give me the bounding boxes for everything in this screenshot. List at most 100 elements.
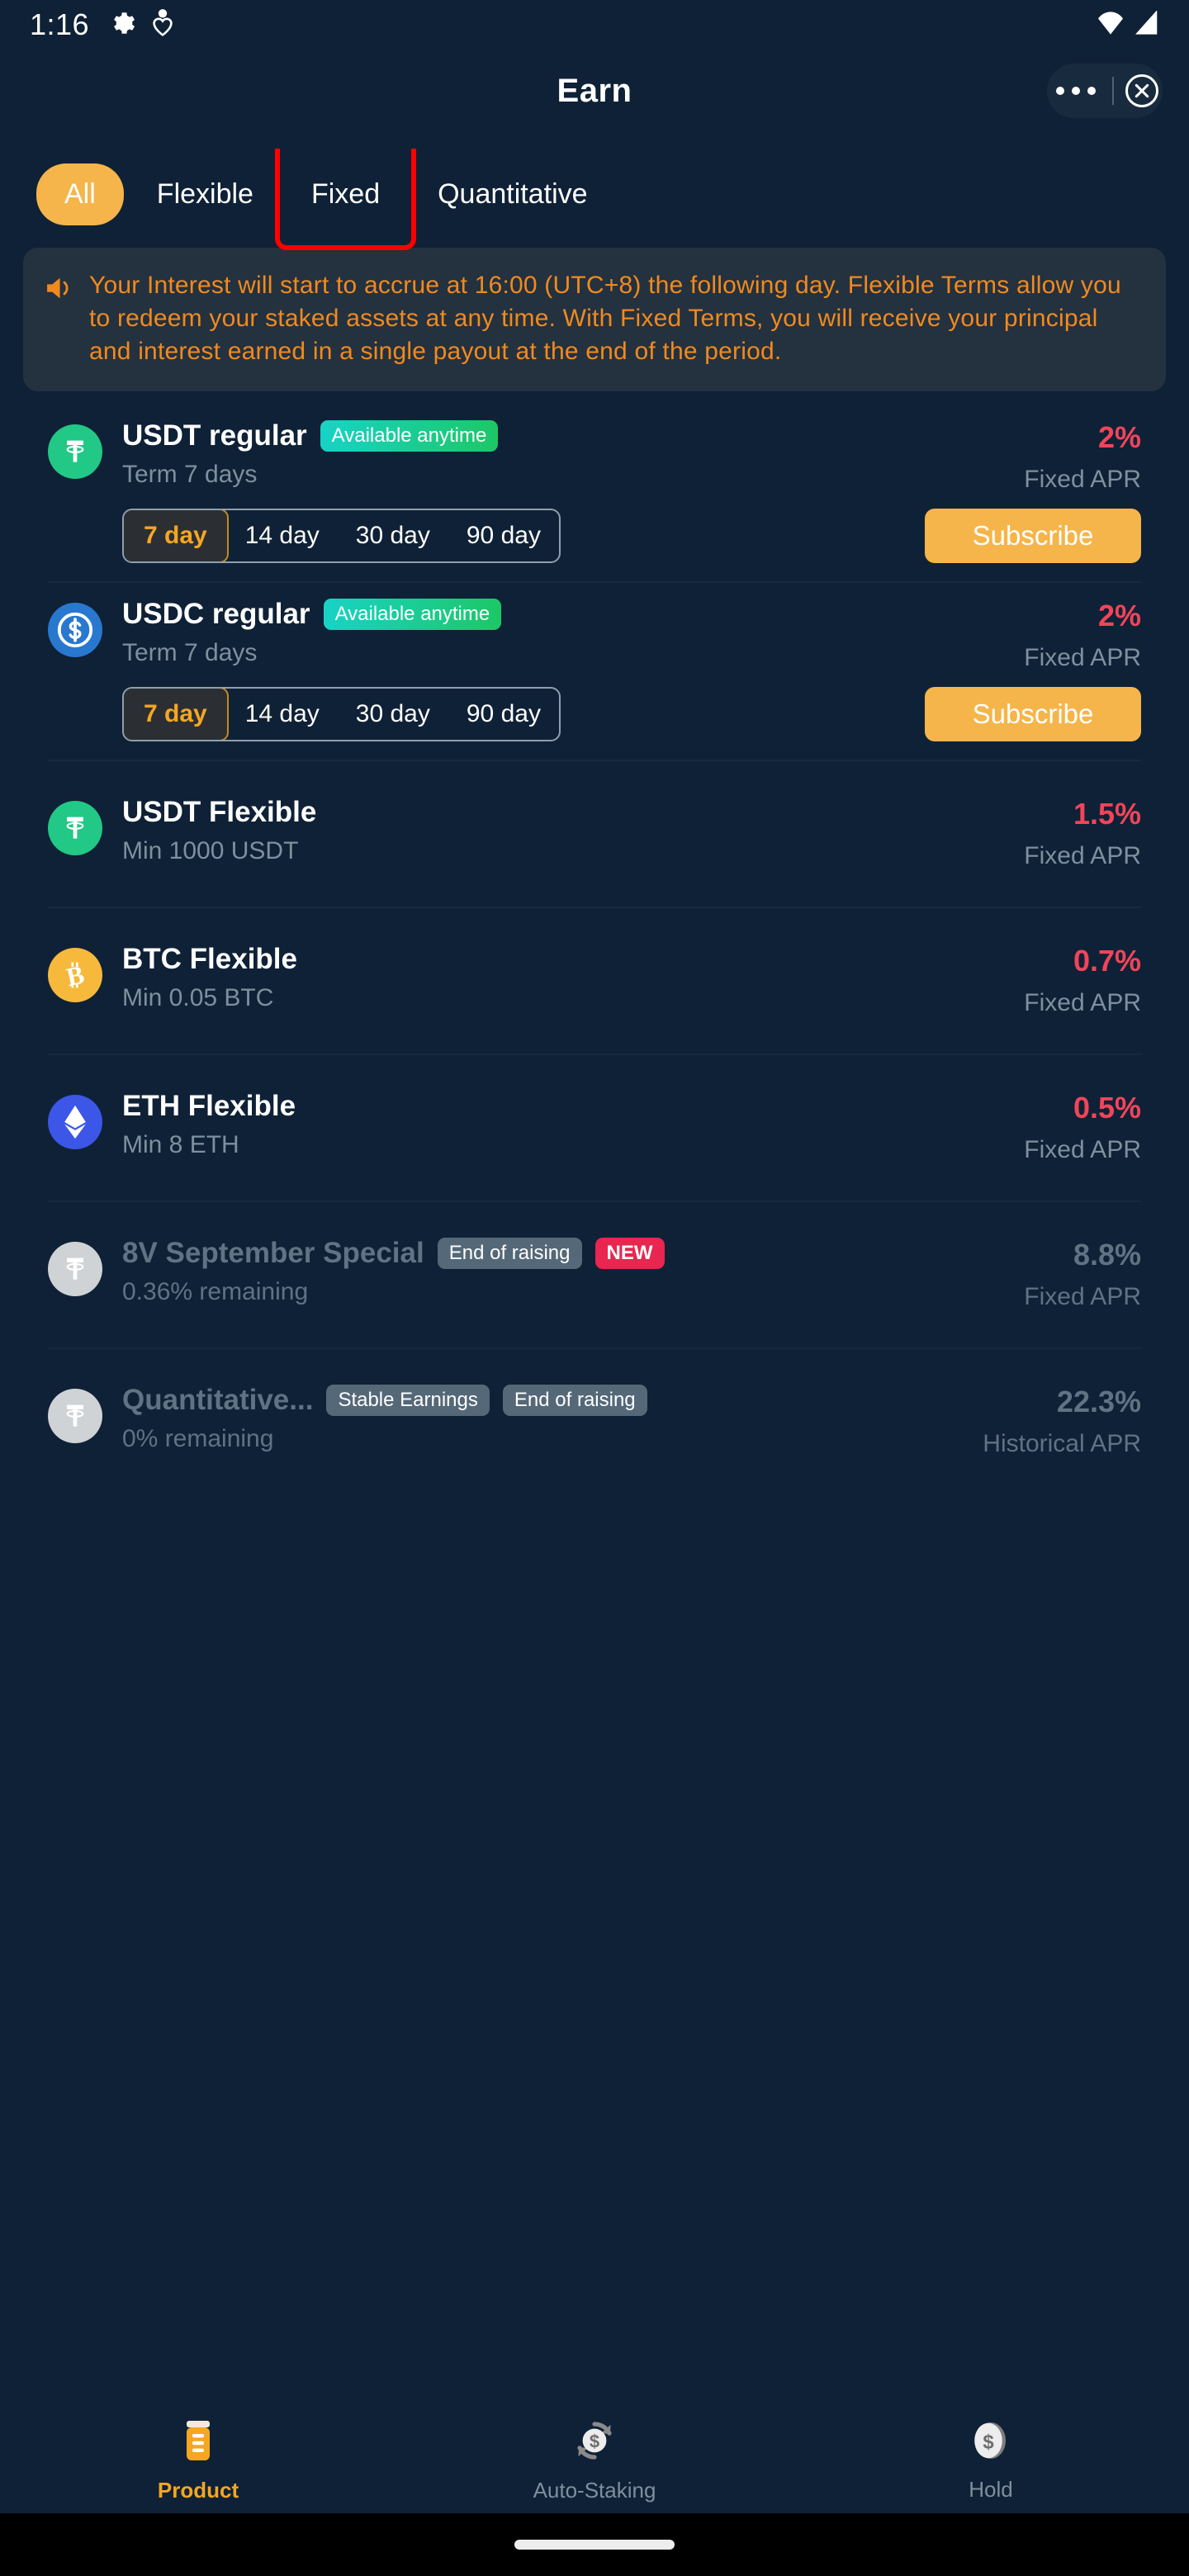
product-card-8v-september-special[interactable]: 8V September Special End of raising NEW … <box>20 1200 1169 1347</box>
term-option-90day[interactable]: 90 day <box>448 510 559 561</box>
product-subtitle: 0% remaining <box>122 1424 274 1452</box>
apr-label: Fixed APR <box>1024 1282 1141 1310</box>
product-list: USDT regular Available anytime Term 7 da… <box>20 403 1169 1494</box>
term-option-14day[interactable]: 14 day <box>227 510 338 561</box>
term-option-90day[interactable]: 90 day <box>448 689 559 740</box>
svg-text:B: B <box>64 959 87 992</box>
signal-icon <box>1135 9 1159 40</box>
gear-icon <box>107 9 135 41</box>
ethereum-icon <box>48 1094 102 1149</box>
auto-staking-icon: $ <box>571 2417 618 2468</box>
apr-value: 2% <box>1097 419 1141 454</box>
term-option-30day[interactable]: 30 day <box>338 689 448 740</box>
product-title: ETH Flexible <box>122 1089 296 1122</box>
product-card-eth-flexible[interactable]: ETH Flexible Min 8 ETH 0.5% Fixed APR <box>20 1053 1169 1200</box>
megaphone-icon <box>43 274 74 368</box>
apr-value: 8.8% <box>1073 1237 1141 1271</box>
product-card-usdc-regular[interactable]: USDC regular Available anytime Term 7 da… <box>20 580 1169 760</box>
term-option-30day[interactable]: 30 day <box>338 510 448 561</box>
term-option-14day[interactable]: 14 day <box>227 689 338 740</box>
product-subtitle: Term 7 days <box>122 638 258 666</box>
product-card-usdt-flexible[interactable]: USDT Flexible Min 1000 USDT 1.5% Fixed A… <box>20 759 1169 907</box>
status-left-icons <box>107 8 173 41</box>
page-title: Earn <box>557 72 632 109</box>
apr-value: 0.7% <box>1073 943 1141 978</box>
product-subtitle: Min 8 ETH <box>122 1130 239 1158</box>
usdc-icon <box>48 602 102 657</box>
divider <box>1112 77 1114 105</box>
tether-icon <box>48 424 102 479</box>
product-title: Quantitative... <box>122 1383 314 1416</box>
term-selector-row: 7 day 14 day 30 day 90 day Subscribe <box>48 686 1141 741</box>
product-subtitle: Min 0.05 BTC <box>122 983 274 1011</box>
term-option-7day[interactable]: 7 day <box>123 688 229 740</box>
home-indicator[interactable] <box>514 2540 675 2550</box>
product-title: USDT Flexible <box>122 795 317 828</box>
nav-item-product[interactable]: Product <box>0 2417 396 2503</box>
status-badge-secondary: End of raising <box>502 1384 647 1416</box>
notice-banner: Your Interest will start to accrue at 16… <box>23 248 1166 391</box>
subscribe-button[interactable]: Subscribe <box>925 686 1141 741</box>
hold-coin-icon: $ <box>970 2418 1011 2467</box>
status-bar: 1:16 <box>0 0 1189 50</box>
nav-item-hold[interactable]: $ Hold <box>793 2418 1189 2503</box>
notice-text: Your Interest will start to accrue at 16… <box>89 272 1121 365</box>
product-subtitle: Min 1000 USDT <box>122 836 299 864</box>
nav-label-product: Product <box>157 2478 239 2503</box>
product-card-btc-flexible[interactable]: B BTC Flexible Min 0.05 BTC 0.7% Fixed A… <box>20 906 1169 1054</box>
apr-label: Fixed APR <box>1024 988 1141 1016</box>
status-time: 1:16 <box>30 7 90 41</box>
product-subtitle: 0.36% remaining <box>122 1277 309 1305</box>
apr-value: 2% <box>1097 598 1141 632</box>
content-panel: All Flexible Fixed Quantitative Your Int… <box>20 149 1169 2386</box>
tether-icon <box>48 1241 102 1296</box>
apr-value: 1.5% <box>1073 796 1141 831</box>
nav-item-auto-staking[interactable]: $ Auto-Staking <box>396 2417 793 2503</box>
product-card-quantitative[interactable]: Quantitative... Stable Earnings End of r… <box>20 1347 1169 1494</box>
new-badge: NEW <box>594 1237 665 1269</box>
product-icon <box>180 2417 216 2468</box>
term-selector-row: 7 day 14 day 30 day 90 day Subscribe <box>48 508 1141 563</box>
apr-value: 0.5% <box>1073 1090 1141 1125</box>
tab-flexible[interactable]: Flexible <box>132 163 278 225</box>
home-indicator-bar <box>0 2513 1189 2576</box>
status-badge: End of raising <box>437 1237 582 1269</box>
subscribe-button[interactable]: Subscribe <box>925 508 1141 563</box>
status-right-icons <box>1097 9 1159 40</box>
product-subtitle: Term 7 days <box>122 460 258 488</box>
apr-value: 22.3% <box>1056 1384 1141 1418</box>
product-title: BTC Flexible <box>122 942 297 975</box>
tether-icon <box>48 800 102 855</box>
product-title: USDC regular <box>122 597 310 630</box>
apr-label: Fixed APR <box>1024 1135 1141 1163</box>
health-icon <box>152 8 173 41</box>
more-dots-icon[interactable] <box>1051 87 1101 95</box>
nav-label-hold: Hold <box>969 2477 1013 2502</box>
tab-fixed-wrapper: Fixed <box>274 149 417 250</box>
term-segment-control[interactable]: 7 day 14 day 30 day 90 day <box>122 508 561 563</box>
app-screen: 1:16 Earn All Flexible Fixed Quantitativ… <box>0 0 1189 2576</box>
app-header: Earn <box>0 50 1189 132</box>
status-badge: Available anytime <box>320 419 499 452</box>
status-badge: Available anytime <box>323 598 502 630</box>
product-card-usdt-regular[interactable]: USDT regular Available anytime Term 7 da… <box>20 403 1169 581</box>
tab-fixed[interactable]: Fixed <box>287 163 405 225</box>
term-segment-control[interactable]: 7 day 14 day 30 day 90 day <box>122 686 561 741</box>
bitcoin-icon: B <box>48 947 102 1002</box>
tether-icon <box>48 1388 102 1443</box>
category-tabs: All Flexible Fixed Quantitative <box>20 149 1169 250</box>
apr-label: Fixed APR <box>1024 465 1141 493</box>
nav-label-auto-staking: Auto-Staking <box>533 2478 656 2503</box>
status-badge: Stable Earnings <box>326 1384 490 1416</box>
tab-all[interactable]: All <box>36 163 124 225</box>
apr-label: Fixed APR <box>1024 841 1141 869</box>
tab-quantitative[interactable]: Quantitative <box>413 163 612 225</box>
product-title: USDT regular <box>122 419 307 452</box>
apr-label: Fixed APR <box>1024 643 1141 671</box>
close-circle-icon[interactable] <box>1125 74 1158 107</box>
product-title: 8V September Special <box>122 1236 424 1269</box>
term-option-7day[interactable]: 7 day <box>123 509 229 561</box>
svg-text:$: $ <box>590 2432 599 2452</box>
bottom-navigation: Product $ Auto-Staking $ Hold <box>0 2408 1189 2513</box>
svg-text:$: $ <box>983 2432 994 2454</box>
